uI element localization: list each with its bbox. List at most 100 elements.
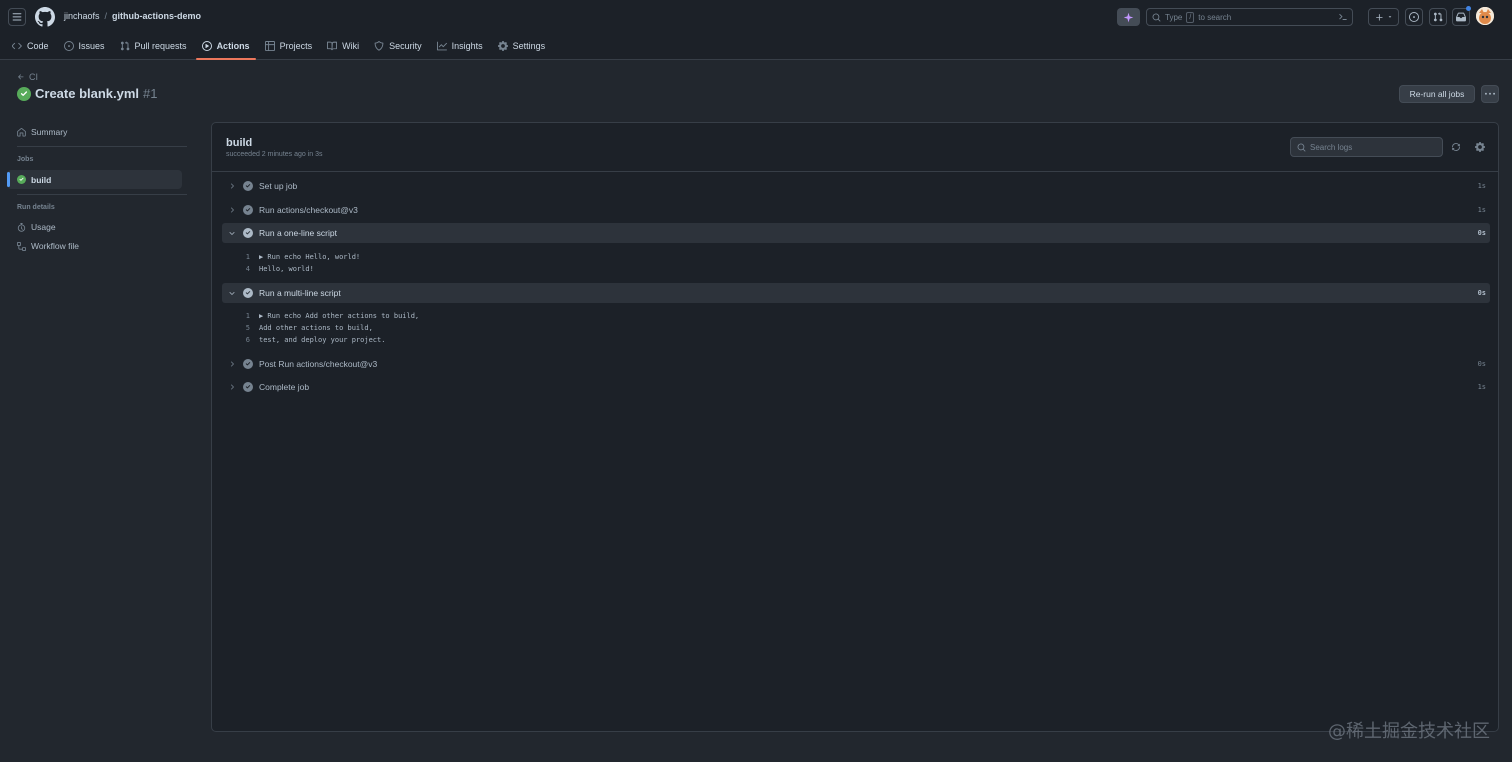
log-step-one-line-script[interactable]: Run a one-line script 0s [222,223,1490,243]
back-to-workflow-link[interactable]: CI [17,72,38,82]
job-title: build [226,137,253,149]
check-circle-fill-icon [243,382,253,392]
check-circle-fill-icon [243,205,253,215]
run-number: #1 [143,86,158,101]
tab-pull-requests[interactable]: Pull requests [114,36,193,56]
avatar[interactable] [1476,7,1494,25]
code-icon [12,42,22,50]
tab-wiki[interactable]: Wiki [321,36,365,56]
copilot-icon [1123,12,1134,22]
inbox-icon [1456,12,1466,22]
sidebar-item-build-job[interactable]: build [7,170,182,189]
check-circle-fill-icon [17,175,26,184]
sidebar-divider [17,194,187,195]
log-text: test, and deploy your project. [259,336,386,344]
tab-label: Issues [78,41,105,51]
chevron-right-icon [231,183,234,189]
table-icon [264,41,275,51]
chevron-down-icon [229,292,235,295]
gear-icon [497,41,508,51]
global-search-input[interactable]: Type / to search [1146,8,1353,26]
search-icon [1152,13,1161,21]
check-circle-fill-icon [17,86,31,101]
run-details-heading: Run details [17,204,55,211]
tab-label: Code [27,41,49,51]
log-step-checkout[interactable]: Run actions/checkout@v3 1s [222,200,1490,220]
command-palette-icon[interactable] [1338,12,1348,22]
step-name: Complete job [259,382,310,392]
gear-icon[interactable] [1475,142,1485,152]
search-shortcut-key: / [1186,11,1195,23]
tab-projects[interactable]: Projects [259,36,319,56]
step-duration: 1s [1477,206,1486,214]
log-text: Add other actions to build, [259,324,373,332]
check-circle-fill-icon [243,181,253,191]
sidebar-item-summary[interactable]: Summary [17,127,67,137]
breadcrumb-separator: / [104,11,108,21]
shield-icon [374,41,384,51]
tab-insights[interactable]: Insights [431,36,489,56]
stopwatch-icon [17,222,26,232]
issues-button[interactable] [1405,8,1423,26]
step-name: Post Run actions/checkout@v3 [259,359,378,369]
sidebar-item-label: Summary [31,127,68,137]
menu-button[interactable] [8,8,26,26]
back-link-label: CI [29,72,38,82]
line-number[interactable]: 1 [236,312,250,320]
git-pull-request-icon [1433,12,1443,22]
log-text: ▶ Run echo Add other actions to build, [259,312,420,320]
line-number[interactable]: 5 [236,324,250,332]
sidebar-item-label: Workflow file [31,241,80,251]
sidebar-item-workflow-file[interactable]: Workflow file [17,241,79,251]
repo-link[interactable]: github-actions-demo [112,11,201,21]
tab-issues[interactable]: Issues [58,36,111,56]
github-logo-icon[interactable] [35,7,55,27]
tab-actions[interactable]: Actions [195,36,256,60]
chevron-right-icon [231,384,234,390]
tab-label: Actions [216,41,250,51]
chevron-right-icon [231,207,234,213]
step-name: Run a multi-line script [259,288,341,298]
refresh-icon[interactable] [1451,142,1461,152]
issue-opened-icon [1409,12,1419,22]
pull-requests-button[interactable] [1429,8,1447,26]
tab-code[interactable]: Code [6,36,55,56]
step-name: Run a one-line script [259,228,337,238]
caret-down-icon [1388,16,1391,18]
job-log-panel: build succeeded 2 minutes ago in 3s Sear… [211,122,1499,732]
chevron-right-icon [231,361,234,367]
check-circle-fill-icon [243,228,253,238]
top-header: jinchaofs / github-actions-demo Type / t… [0,0,1512,60]
notification-indicator [1466,6,1471,11]
search-logs-input[interactable]: Search logs [1290,137,1443,157]
step-duration: 0s [1477,229,1486,237]
sidebar-item-usage[interactable]: Usage [17,222,56,232]
log-step-set-up-job[interactable]: Set up job 1s [222,176,1490,196]
chevron-down-icon [229,232,235,235]
copilot-button[interactable] [1117,8,1140,26]
sidebar-item-label: build [31,174,52,185]
tab-label: Insights [451,41,483,51]
log-text: ▶ Run echo Hello, world! [259,253,361,261]
line-number[interactable]: 1 [236,253,250,261]
owner-link[interactable]: jinchaofs [64,11,100,21]
log-step-multi-line-script[interactable]: Run a multi-line script 0s [222,283,1490,303]
job-header: build succeeded 2 minutes ago in 3s Sear… [212,123,1498,172]
tab-label: Security [389,41,422,51]
line-number[interactable]: 4 [236,265,250,273]
log-step-complete-job[interactable]: Complete job 1s [222,377,1490,397]
sidebar-item-label: Usage [31,222,56,232]
tab-label: Wiki [342,41,360,51]
jobs-heading: Jobs [17,156,34,163]
pull-request-icon [120,41,129,51]
search-logs-placeholder: Search logs [1310,142,1353,152]
run-name: Create blank.yml [35,86,140,101]
create-new-button[interactable] [1368,8,1399,26]
workflow-icon [17,241,26,251]
tab-security[interactable]: Security [368,36,428,56]
more-options-button[interactable] [1481,85,1499,103]
tab-settings[interactable]: Settings [492,36,552,56]
log-step-post-checkout[interactable]: Post Run actions/checkout@v3 0s [222,354,1490,374]
rerun-all-jobs-button[interactable]: Re-run all jobs [1399,85,1475,103]
line-number[interactable]: 6 [236,336,250,344]
